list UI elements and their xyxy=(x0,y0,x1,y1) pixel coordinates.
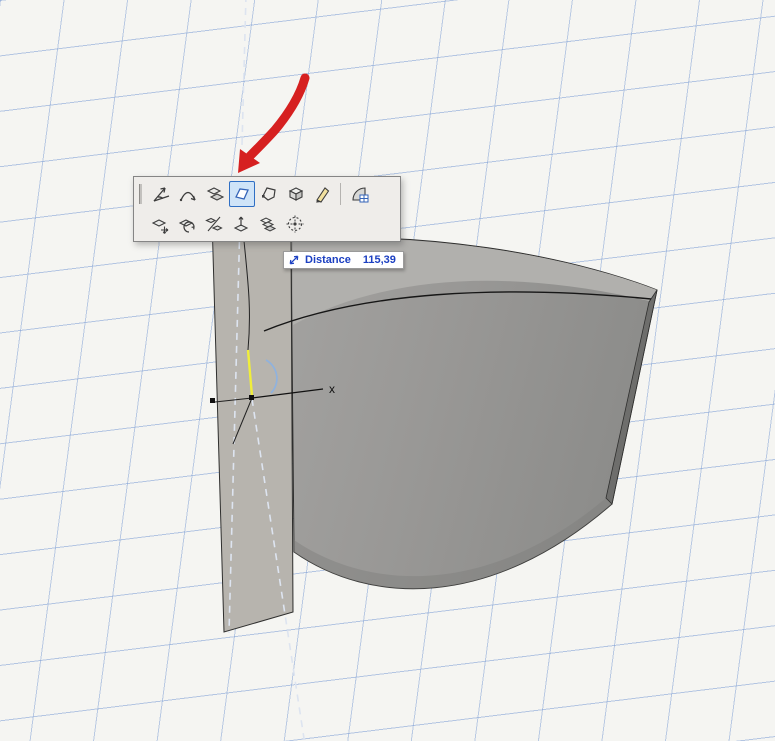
arc-tool-icon xyxy=(179,191,196,202)
elevate-tool-icon xyxy=(233,216,248,232)
shell-grid-tool-button[interactable] xyxy=(346,181,372,207)
move-tool-icon xyxy=(151,219,168,234)
multiply-tool-button[interactable] xyxy=(255,211,281,237)
palette-drag-handle[interactable] xyxy=(139,184,142,204)
elevate-tool-button[interactable] xyxy=(228,211,254,237)
distance-tooltip: Distance 115,39 xyxy=(283,251,404,269)
polygon-outline-tool-button[interactable] xyxy=(256,181,282,207)
angle-arrow-tool-icon xyxy=(153,187,169,202)
diagonal-resize-arrow-icon xyxy=(289,255,299,265)
slab-end-face[interactable] xyxy=(211,218,294,633)
rotate-tool-button[interactable] xyxy=(174,211,200,237)
multiply-tool-icon xyxy=(259,217,276,232)
palette-row-1 xyxy=(137,179,397,209)
angle-arrow-tool-button[interactable] xyxy=(148,181,174,207)
mirror-tool-icon xyxy=(204,216,223,232)
viewport: x Distance 115,39 xyxy=(0,0,775,741)
face-polygon-tool-button[interactable] xyxy=(228,181,255,207)
extrude-faces-tool-button[interactable] xyxy=(202,181,228,207)
arc-tool-button[interactable] xyxy=(175,181,201,207)
palette-row-2 xyxy=(137,209,397,239)
pencil-tool-icon xyxy=(315,187,329,203)
origin-node-handle[interactable] xyxy=(249,395,254,400)
rotate-tool-icon xyxy=(178,219,195,233)
pet-palette xyxy=(133,176,401,242)
left-node-handle[interactable] xyxy=(210,398,215,403)
box-tool-button[interactable] xyxy=(283,181,309,207)
shell-grid-tool-icon xyxy=(351,187,368,203)
gizmo-tool-icon xyxy=(286,215,303,233)
mirror-tool-button[interactable] xyxy=(201,211,227,237)
distance-value: 115,39 xyxy=(362,254,396,266)
distance-label: Distance xyxy=(305,254,351,266)
scene-canvas: x xyxy=(210,0,658,741)
x-axis-label: x xyxy=(329,382,335,396)
move-tool-button[interactable] xyxy=(147,211,173,237)
polygon-outline-tool-icon xyxy=(261,187,276,201)
face-polygon-tool-icon xyxy=(234,188,249,200)
extrude-faces-tool-icon xyxy=(206,187,224,201)
pencil-tool-button[interactable] xyxy=(310,181,336,207)
box-tool-icon xyxy=(288,187,303,201)
palette-separator xyxy=(340,183,341,205)
gizmo-tool-button[interactable] xyxy=(282,211,308,237)
